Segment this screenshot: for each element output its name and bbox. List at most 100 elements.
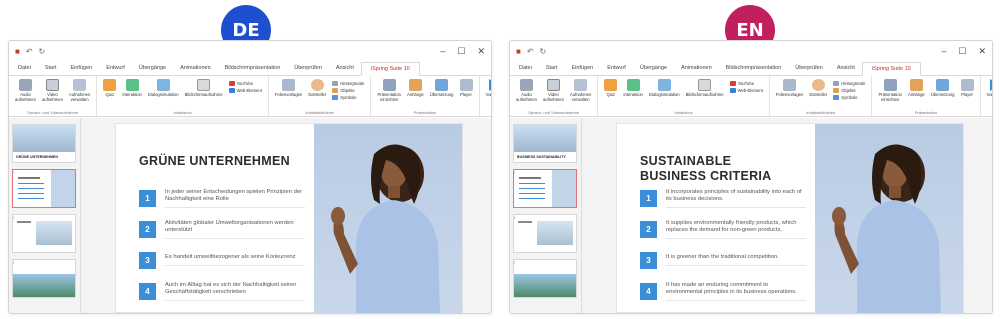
slide-thumbnail-selected[interactable]: 2 (12, 169, 76, 208)
undo-icon[interactable]: ↶ (26, 47, 33, 56)
manage-recordings-button[interactable]: Aufnahmen verwalten (66, 79, 93, 103)
screen-recording-button[interactable]: Bildschirmaufnahme (182, 79, 226, 98)
redo-icon[interactable]: ↻ (540, 47, 547, 56)
tab-insert[interactable]: Einfügen (63, 62, 99, 75)
slide-canvas[interactable]: SUSTAINABLE BUSINESS CRITERIA 1 It incor… (616, 123, 964, 313)
recordings-icon (574, 79, 588, 91)
characters-button[interactable]: Darsteller (305, 79, 329, 98)
tab-insert[interactable]: Einfügen (564, 62, 600, 75)
undo-icon[interactable]: ↶ (527, 47, 534, 56)
slide-templates-button[interactable]: Folienvorlagen (773, 79, 806, 98)
group-publish: Vorschau Veröffentlichen Veröffentlichen (480, 76, 491, 116)
dialog-simulation-button[interactable]: Dialogsimulation (646, 79, 683, 98)
slide-thumbnail[interactable]: 4 (12, 259, 76, 298)
web-object-button[interactable]: Web-Element (729, 88, 763, 93)
icons-button[interactable]: Symbole (833, 95, 865, 100)
objects-button[interactable]: Objekte (332, 88, 364, 93)
globe-icon (729, 88, 736, 93)
record-video-button[interactable]: Video aufnehmen (540, 79, 567, 103)
tab-file[interactable]: Datei (512, 62, 539, 75)
icons-button[interactable]: Symbole (332, 95, 364, 100)
templates-icon (783, 79, 797, 91)
tab-review[interactable]: Überprüfen (287, 62, 329, 75)
youtube-button[interactable]: YouTube (729, 81, 763, 86)
tab-design[interactable]: Entwurf (600, 62, 633, 75)
tab-slideshow[interactable]: Bildschirmpräsentation (719, 62, 789, 75)
translation-button[interactable]: Übersetzung (427, 79, 457, 98)
interaction-icon (125, 79, 139, 91)
powerpoint-window: ■ ↶ ↻ – ☐ ✕ Datei Start Einfügen Entwurf… (509, 40, 993, 314)
slide-thumbnail[interactable]: 1 BUSINESS SUSTAINABILITY (513, 124, 577, 163)
group-content: Quiz Interaktion Dialogsimulation Bildsc… (97, 76, 269, 116)
close-icon[interactable]: ✕ (978, 46, 986, 57)
tab-transitions[interactable]: Übergänge (633, 62, 674, 75)
slide-thumbnail[interactable]: 3 (12, 214, 76, 253)
background-icon (332, 81, 339, 86)
ribbon-tabs: Datei Start Einfügen Entwurf Übergänge A… (510, 61, 992, 76)
tab-animations[interactable]: Animationen (674, 62, 719, 75)
player-button[interactable]: Player (457, 79, 476, 98)
translation-icon (936, 79, 950, 91)
screen-record-icon (698, 79, 712, 91)
tab-ispring-suite[interactable]: iSpring Suite 10 (861, 62, 921, 76)
minimize-icon[interactable]: – (941, 46, 946, 57)
interaction-icon (626, 79, 640, 91)
player-button[interactable]: Player (958, 79, 977, 98)
presentation-setup-button[interactable]: Präsentation einrichten (374, 79, 404, 103)
list-item: 2 Aktivitäten globaler Umweltorganisatio… (139, 219, 305, 239)
redo-icon[interactable]: ↻ (39, 47, 46, 56)
maximize-icon[interactable]: ☐ (457, 46, 465, 57)
record-video-button[interactable]: Video aufnehmen (39, 79, 66, 103)
tab-view[interactable]: Ansicht (830, 62, 862, 75)
attachments-button[interactable]: Anhänge (404, 79, 427, 98)
recordings-icon (73, 79, 87, 91)
interaction-button[interactable]: Interaktion (620, 79, 646, 98)
backgrounds-button[interactable]: Hintergründe (332, 81, 364, 86)
interaction-button[interactable]: Interaktion (119, 79, 145, 98)
save-icon[interactable]: ■ (15, 47, 20, 56)
tab-review[interactable]: Überprüfen (788, 62, 830, 75)
tab-ispring-suite[interactable]: iSpring Suite 10 (360, 62, 420, 76)
manage-recordings-button[interactable]: Aufnahmen verwalten (567, 79, 594, 103)
close-icon[interactable]: ✕ (477, 46, 485, 57)
tab-home[interactable]: Start (539, 62, 565, 75)
slide-thumbnail[interactable]: 4 (513, 259, 577, 298)
camera-icon (45, 79, 59, 91)
minimize-icon[interactable]: – (440, 46, 445, 57)
tab-slideshow[interactable]: Bildschirmpräsentation (218, 62, 288, 75)
translation-button[interactable]: Übersetzung (928, 79, 958, 98)
backgrounds-button[interactable]: Hintergründe (833, 81, 865, 86)
preview-button[interactable]: Vorschau (483, 79, 491, 98)
tab-transitions[interactable]: Übergänge (132, 62, 173, 75)
tab-home[interactable]: Start (38, 62, 64, 75)
slide-thumbnail[interactable]: 3 (513, 214, 577, 253)
slide-canvas[interactable]: GRÜNE UNTERNEHMEN 1 In jeder seiner Ents… (115, 123, 463, 313)
quiz-button[interactable]: Quiz (601, 79, 620, 98)
dialog-simulation-button[interactable]: Dialogsimulation (145, 79, 182, 98)
record-audio-button[interactable]: Audio aufnehmen (513, 79, 540, 103)
character-thumbnail (552, 170, 576, 207)
character-thumbnail (51, 170, 75, 207)
youtube-button[interactable]: YouTube (228, 81, 262, 86)
preview-button[interactable]: Vorschau (984, 79, 992, 98)
slide-thumbnail[interactable]: 1 GRÜNE UNTERNEHMEN (12, 124, 76, 163)
slide-templates-button[interactable]: Folienvorlagen (272, 79, 305, 98)
title-bar: ■ ↶ ↻ – ☐ ✕ (510, 41, 992, 61)
slide-thumbnail-selected[interactable]: 2 (513, 169, 577, 208)
workspace: 1 GRÜNE UNTERNEHMEN 2 3 (9, 118, 491, 313)
web-object-button[interactable]: Web-Element (228, 88, 262, 93)
group-library: Folienvorlagen Darsteller Hintergründe O… (269, 76, 372, 116)
tab-view[interactable]: Ansicht (329, 62, 361, 75)
record-audio-button[interactable]: Audio aufnehmen (12, 79, 39, 103)
tab-file[interactable]: Datei (11, 62, 38, 75)
tab-design[interactable]: Entwurf (99, 62, 132, 75)
save-icon[interactable]: ■ (516, 47, 521, 56)
quiz-button[interactable]: Quiz (100, 79, 119, 98)
maximize-icon[interactable]: ☐ (958, 46, 966, 57)
objects-button[interactable]: Objekte (833, 88, 865, 93)
presentation-setup-button[interactable]: Präsentation einrichten (875, 79, 905, 103)
attachments-button[interactable]: Anhänge (905, 79, 928, 98)
characters-button[interactable]: Darsteller (806, 79, 830, 98)
tab-animations[interactable]: Animationen (173, 62, 218, 75)
screen-recording-button[interactable]: Bildschirmaufnahme (683, 79, 727, 98)
